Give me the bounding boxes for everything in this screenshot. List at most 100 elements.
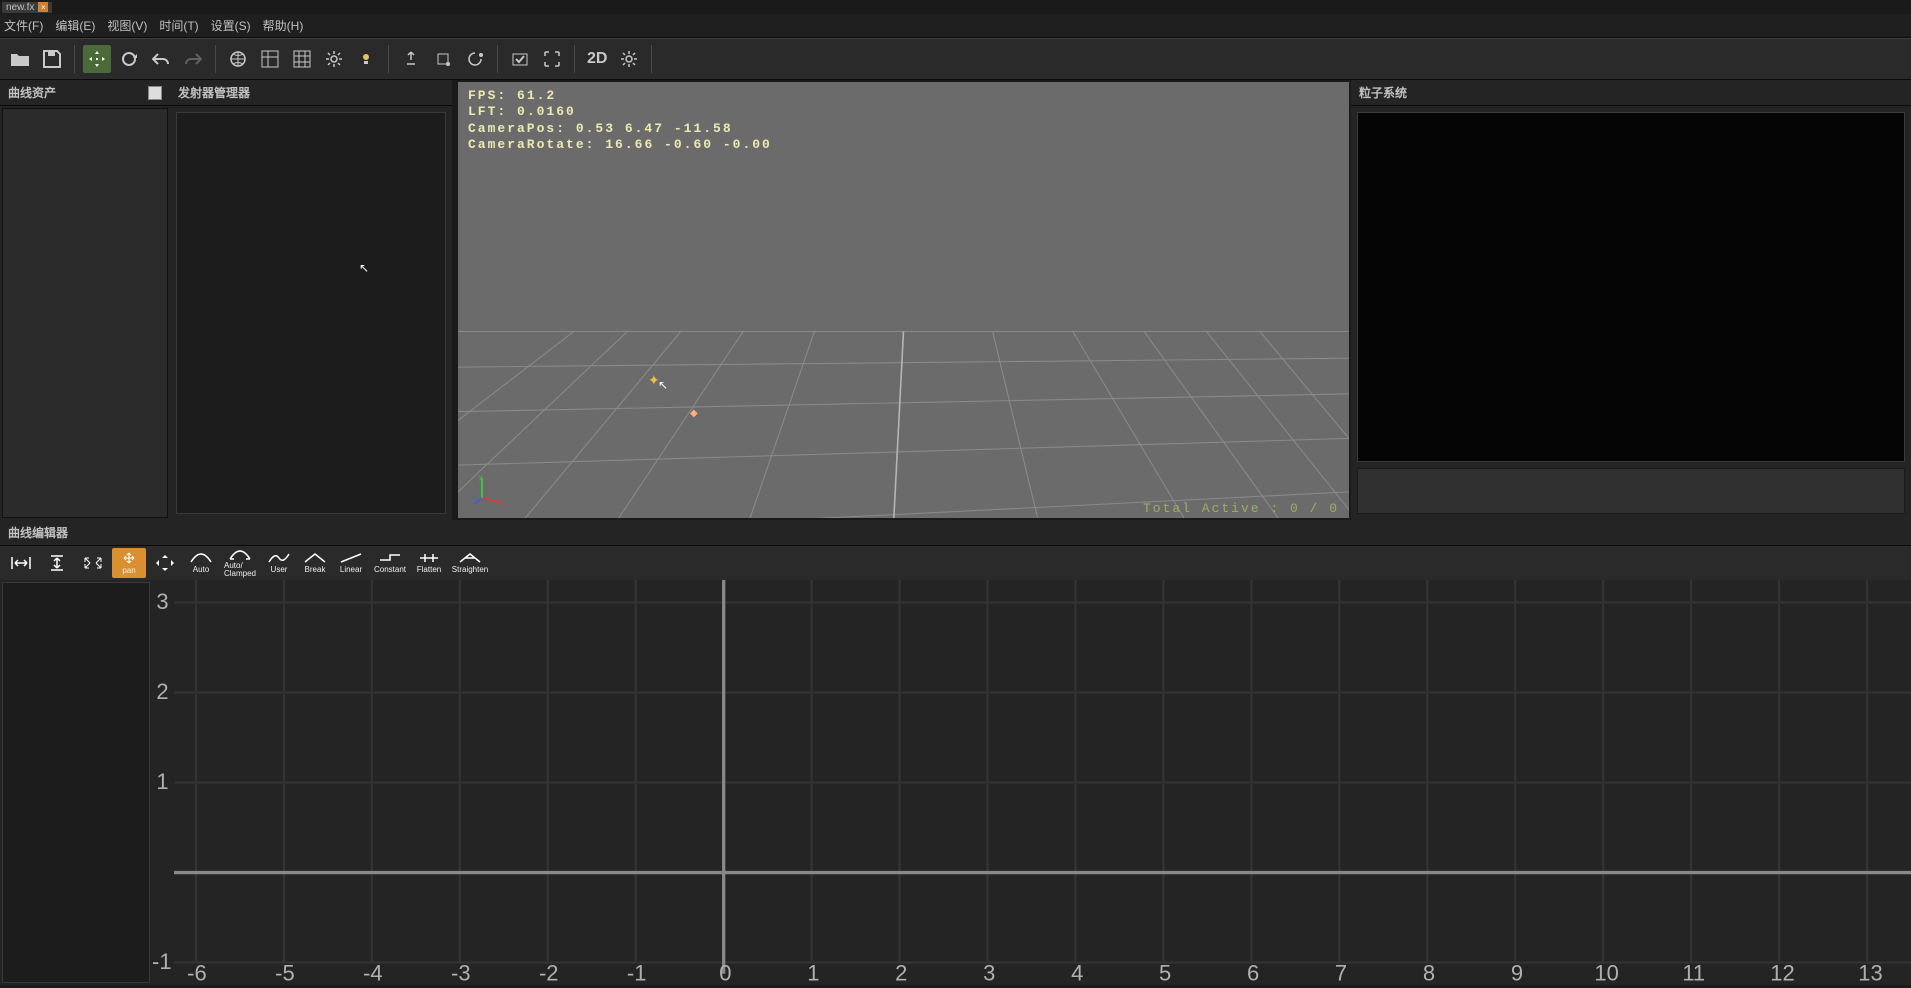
emitter-manager-body[interactable]: ↖ [176, 112, 446, 514]
tangent-auto-clamped-button[interactable]: Auto/ Clamped [220, 548, 260, 578]
emitter-manager-title: 发射器管理器 [178, 84, 250, 101]
svg-text:2: 2 [156, 679, 168, 704]
svg-text:-5: -5 [275, 960, 295, 985]
open-button[interactable] [6, 45, 34, 73]
svg-text:x: x [500, 500, 504, 506]
particle-system-title: 粒子系统 [1359, 84, 1407, 101]
origin-marker-icon: ◆ [690, 408, 698, 419]
svg-text:6: 6 [1247, 960, 1259, 985]
emitter-manager-panel: 发射器管理器 ↖ [170, 80, 452, 520]
curve-editor-header: 曲线编辑器 [0, 520, 1911, 546]
flatten-button[interactable]: Flatten [412, 548, 446, 578]
bounds-button[interactable] [538, 45, 566, 73]
svg-text:0: 0 [719, 960, 731, 985]
rotate-tool-button[interactable] [115, 45, 143, 73]
svg-text:-6: -6 [187, 960, 207, 985]
menu-file[interactable]: 文件(F) [4, 17, 43, 34]
save-button[interactable] [38, 45, 66, 73]
menubar: 文件(F) 编辑(E) 视图(V) 时间(T) 设置(S) 帮助(H) [0, 14, 1911, 38]
svg-text:11: 11 [1682, 960, 1705, 985]
svg-text:7: 7 [1335, 960, 1347, 985]
menu-time[interactable]: 时间(T) [159, 17, 198, 34]
tangent-linear-button[interactable]: Linear [334, 548, 368, 578]
svg-text:5: 5 [1159, 960, 1171, 985]
axis-gizmo-icon: x y z [472, 474, 504, 506]
svg-text:1: 1 [807, 960, 819, 985]
tangent-constant-button[interactable]: Constant [370, 548, 410, 578]
redo-button[interactable] [179, 45, 207, 73]
toolbar-separator [497, 45, 498, 73]
titlebar: new.fx × [0, 0, 1911, 14]
svg-text:9: 9 [1511, 960, 1523, 985]
move-all-button[interactable] [148, 548, 182, 578]
toolbar-separator [215, 45, 216, 73]
toolbar-separator [388, 45, 389, 73]
svg-text:-1: -1 [152, 949, 172, 974]
fit-all-button[interactable] [76, 548, 110, 578]
transform2-button[interactable] [429, 45, 457, 73]
menu-help[interactable]: 帮助(H) [263, 17, 304, 34]
main-toolbar: 2D [0, 38, 1911, 80]
particle-system-header: 粒子系统 [1351, 80, 1911, 106]
menu-view[interactable]: 视图(V) [107, 17, 147, 34]
emitter-manager-header: 发射器管理器 [170, 80, 452, 106]
particle-preview[interactable] [1357, 112, 1905, 462]
viewport-stats: FPS: 61.2 LFT: 0.0160 CameraPos: 0.53 6.… [468, 88, 772, 153]
curve-asset-checkbox[interactable] [148, 86, 162, 100]
svg-text:3: 3 [156, 589, 168, 614]
toolbar-separator [651, 45, 652, 73]
grid1-button[interactable] [256, 45, 284, 73]
straighten-button[interactable]: Straighten [448, 548, 492, 578]
tangent-user-button[interactable]: User [262, 548, 296, 578]
curve-toolbar: pan Auto Auto/ Clamped User Break Linear… [0, 546, 1911, 580]
svg-text:2: 2 [895, 960, 907, 985]
check-button[interactable] [506, 45, 534, 73]
svg-text:-2: -2 [539, 960, 559, 985]
fit-vertical-button[interactable] [40, 548, 74, 578]
pan-button[interactable]: pan [112, 548, 146, 578]
svg-text:8: 8 [1423, 960, 1435, 985]
curve-tree[interactable] [2, 582, 150, 983]
move-tool-button[interactable] [83, 45, 111, 73]
curve-editor-title: 曲线编辑器 [8, 524, 68, 541]
light-button[interactable] [352, 45, 380, 73]
transform1-button[interactable] [397, 45, 425, 73]
grid2-button[interactable] [288, 45, 316, 73]
svg-text:-3: -3 [451, 960, 471, 985]
curve-asset-panel: 曲线资产 [0, 80, 170, 520]
viewport-3d[interactable]: FPS: 61.2 LFT: 0.0160 CameraPos: 0.53 6.… [458, 82, 1349, 518]
file-tab[interactable]: new.fx × [2, 2, 52, 13]
fit-horizontal-button[interactable] [4, 548, 38, 578]
svg-text:1: 1 [156, 769, 168, 794]
menu-edit[interactable]: 编辑(E) [55, 17, 95, 34]
tangent-break-button[interactable]: Break [298, 548, 332, 578]
svg-text:z: z [472, 494, 476, 501]
toolbar-separator [74, 45, 75, 73]
globe-button[interactable] [224, 45, 252, 73]
mode-2d-button[interactable]: 2D [583, 50, 611, 68]
undo-button[interactable] [147, 45, 175, 73]
curve-asset-body[interactable] [2, 108, 168, 518]
svg-text:-1: -1 [627, 960, 647, 985]
gear-button[interactable] [320, 45, 348, 73]
main-area: 曲线资产 发射器管理器 ↖ [0, 80, 1911, 520]
menu-settings[interactable]: 设置(S) [211, 17, 251, 34]
particle-properties[interactable] [1357, 468, 1905, 514]
settings-icon[interactable] [615, 45, 643, 73]
curve-editor-panel: 曲线编辑器 pan Auto Auto/ Clamped User [0, 520, 1911, 985]
file-tab-close-icon[interactable]: × [38, 2, 48, 12]
curve-asset-header: 曲线资产 [0, 80, 170, 106]
cursor-icon: ↖ [359, 261, 369, 275]
cursor-arrow-icon: ↖ [658, 378, 668, 392]
file-tab-name: new.fx [6, 2, 34, 13]
curve-asset-title: 曲线资产 [8, 84, 56, 101]
curve-editor-body: 3 2 1 -1 -6 -5 -4 -3 -2 -1 0 1 2 3 4 5 [0, 580, 1911, 985]
transform3-button[interactable] [461, 45, 489, 73]
svg-text:-4: -4 [363, 960, 383, 985]
curve-graph[interactable]: 3 2 1 -1 -6 -5 -4 -3 -2 -1 0 1 2 3 4 5 [152, 580, 1911, 985]
svg-text:y: y [479, 474, 483, 481]
toolbar-separator [574, 45, 575, 73]
viewport-total-active: Total Active : 0 / 0 [1143, 501, 1339, 516]
tangent-auto-button[interactable]: Auto [184, 548, 218, 578]
svg-text:4: 4 [1071, 960, 1083, 985]
